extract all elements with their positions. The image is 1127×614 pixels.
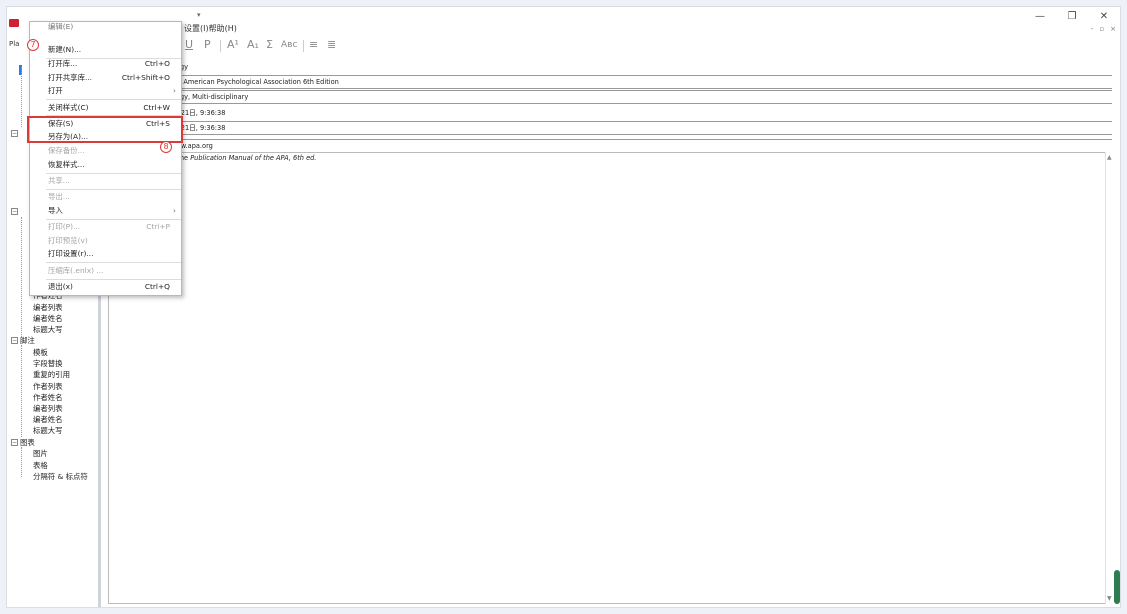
- tree-line: [21, 345, 22, 437]
- menu-item-new[interactable]: 新建(N)...: [30, 43, 181, 57]
- tree-line: [21, 67, 22, 127]
- justify-button[interactable]: ≣: [327, 38, 336, 51]
- underline-button[interactable]: U: [185, 38, 193, 51]
- toolbar-separator: [303, 40, 304, 52]
- tree-expander[interactable]: −: [11, 208, 18, 215]
- menu-item-print: 打印(P)... Ctrl+P: [48, 222, 170, 231]
- menu-item-revert-style[interactable]: 恢复样式...: [30, 158, 181, 172]
- scroll-down-icon[interactable]: ▼: [1107, 595, 1112, 602]
- url-field[interactable]: www.apa.org: [108, 139, 1112, 153]
- comments-italic-title: Publication Manual of the APA, 6th ed.: [190, 154, 317, 162]
- tree-item[interactable]: 字段替换: [33, 358, 63, 369]
- tree-expander[interactable]: −: [11, 130, 18, 137]
- tree-item[interactable]: 标题大写: [33, 425, 63, 436]
- menu-item-open[interactable]: 打开 ›: [30, 84, 181, 98]
- subscript-button[interactable]: A₁: [247, 38, 259, 51]
- minimize-button[interactable]: —: [1024, 7, 1056, 25]
- menu-item-share: 共享...: [48, 176, 70, 185]
- tree-line: [21, 217, 22, 337]
- menu-item-save-backup: 保存备份...: [48, 146, 85, 155]
- tree-line: [21, 447, 22, 477]
- endnote-style-editor-window: ▾ 设置(I)帮助(H) — ❐ ✕ - ▫ × Pla U P A¹ A₁ Σ…: [6, 6, 1121, 608]
- app-icon[interactable]: [9, 19, 19, 27]
- symbol-button[interactable]: Σ: [266, 38, 273, 51]
- menu-item-exit[interactable]: 退出(x) Ctrl+Q: [30, 280, 181, 294]
- doc-close-button[interactable]: ×: [1110, 25, 1116, 33]
- scroll-up-icon[interactable]: ▲: [1107, 154, 1112, 161]
- full-name-field[interactable]: th - American Psychological Association …: [108, 75, 1112, 89]
- style-info-panel: ology th - American Psychological Associ…: [108, 57, 1114, 607]
- align-left-button[interactable]: ≡: [309, 38, 318, 51]
- restore-button[interactable]: ❐: [1056, 7, 1088, 25]
- tree-item[interactable]: 标题大写: [33, 324, 63, 335]
- menu-item-export: 导出...: [48, 192, 70, 201]
- quick-access-dropdown-icon[interactable]: ▾: [197, 11, 201, 19]
- menu-item-open-shared-library[interactable]: 打开共享库... Ctrl+Shift+O: [30, 71, 181, 85]
- menu-item-edit-partial[interactable]: 编辑(E): [30, 20, 181, 34]
- step-badge-8: 8: [160, 141, 172, 153]
- created-field: 9月21日, 9:36:38: [170, 109, 226, 117]
- superscript-button[interactable]: A¹: [227, 38, 239, 51]
- tree-item[interactable]: 编者列表: [33, 403, 63, 414]
- document-window-controls: - ▫ ×: [1091, 25, 1116, 33]
- submenu-arrow-icon: ›: [173, 206, 176, 215]
- style-name-field[interactable]: ology: [108, 61, 1112, 75]
- tree-item[interactable]: 模板: [33, 347, 48, 358]
- style-selector[interactable]: Pla: [9, 40, 25, 52]
- doc-minimize-button[interactable]: -: [1091, 25, 1094, 33]
- tree-item[interactable]: 作者姓名: [33, 392, 63, 403]
- comments-editor[interactable]: n the Publication Manual of the APA, 6th…: [108, 152, 1109, 604]
- tree-section-figures[interactable]: 图表: [20, 437, 35, 448]
- step-badge-7: 7: [27, 39, 39, 51]
- toolbar-separator: [220, 40, 221, 52]
- menu-item-print-preview: 打印预览(v): [48, 236, 88, 245]
- menu-separator: [46, 99, 181, 100]
- tree-item[interactable]: 作者列表: [33, 381, 63, 392]
- tree-item[interactable]: 表格: [33, 460, 48, 471]
- submenu-arrow-icon: ›: [173, 86, 176, 95]
- tree-section-footnotes[interactable]: 脚注: [20, 335, 35, 346]
- tree-item[interactable]: 分隔符 & 标点符: [33, 471, 88, 482]
- modified-field: 9月21日, 9:36:38: [108, 121, 1112, 135]
- menu-item-compress-library: 压缩库(.enlx) ...: [48, 266, 104, 275]
- tree-item[interactable]: 重复的引用: [33, 369, 70, 380]
- file-menu-dropdown: 编辑(E) 新建(N)... 打开库... Ctrl+O 打开共享库... Ctrl…: [29, 21, 182, 296]
- menu-item-close-style[interactable]: 关闭样式(C) Ctrl+W: [30, 101, 181, 115]
- small-caps-button[interactable]: Aвс: [281, 40, 297, 50]
- plain-button[interactable]: P: [204, 38, 211, 51]
- save-highlight-box: [27, 116, 183, 143]
- menu-item-print-setup[interactable]: 打印设置(r)...: [30, 247, 181, 261]
- category-field[interactable]: ology, Multi-disciplinary: [108, 90, 1112, 104]
- menu-bar-settings-help[interactable]: 设置(I)帮助(H): [184, 23, 237, 34]
- menu-item-open-library[interactable]: 打开库... Ctrl+O: [30, 57, 181, 71]
- menu-separator: [46, 262, 181, 263]
- scroll-handle[interactable]: [1114, 570, 1120, 604]
- footnotes-expander[interactable]: −: [11, 337, 18, 344]
- tree-item[interactable]: 编者姓名: [33, 414, 63, 425]
- editor-vertical-scrollbar[interactable]: ▲ ▼: [1105, 152, 1114, 604]
- tree-item[interactable]: 编者列表: [33, 302, 63, 313]
- figures-expander[interactable]: −: [11, 439, 18, 446]
- close-button[interactable]: ✕: [1088, 7, 1120, 25]
- window-controls: — ❐ ✕: [1024, 7, 1120, 25]
- tree-item[interactable]: 编者姓名: [33, 313, 63, 324]
- doc-restore-button[interactable]: ▫: [1099, 25, 1104, 33]
- menu-item-import[interactable]: 导入 ›: [30, 204, 181, 218]
- comments-text: n the Publication Manual of the APA, 6th…: [171, 154, 316, 162]
- tree-item[interactable]: 图片: [33, 448, 48, 459]
